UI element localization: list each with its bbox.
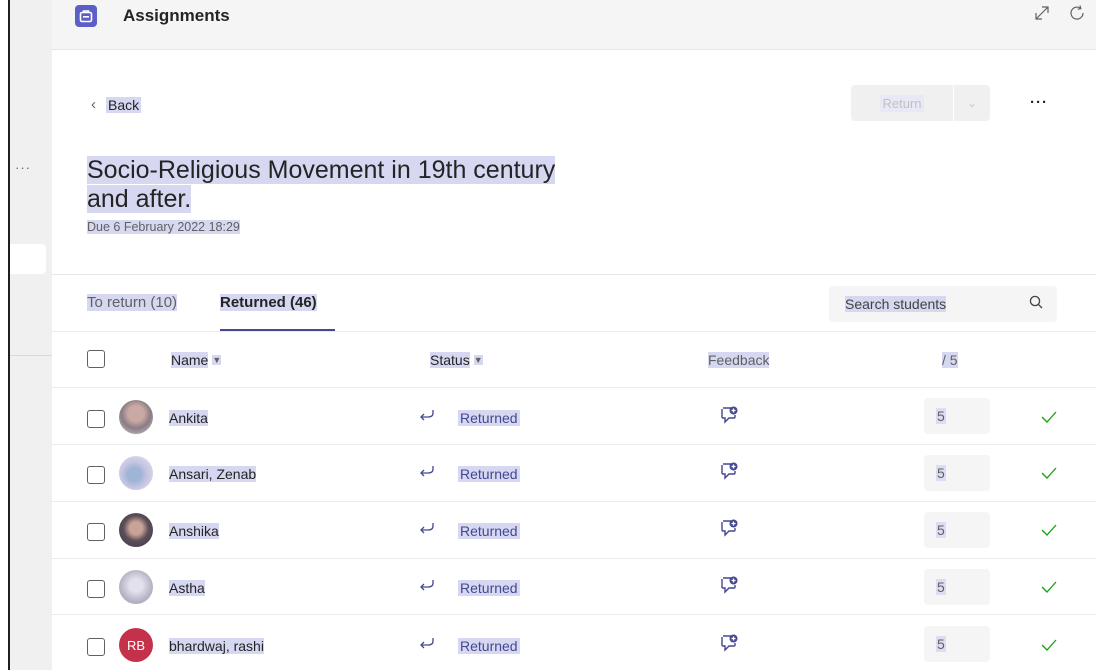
refresh-icon[interactable] — [1068, 4, 1086, 27]
divider — [52, 331, 1096, 332]
row-checkbox[interactable] — [87, 638, 105, 656]
return-label: Return — [880, 94, 924, 112]
row-checkbox[interactable] — [87, 580, 105, 598]
divider — [52, 387, 1096, 388]
search-icon — [1029, 295, 1043, 314]
score-input[interactable]: 5 — [924, 455, 990, 491]
divider — [52, 501, 1096, 502]
app-title: Assignments — [123, 6, 230, 25]
expand-icon[interactable] — [1033, 4, 1051, 27]
row-checkbox[interactable] — [87, 410, 105, 428]
avatar — [119, 456, 153, 490]
window-edge — [0, 0, 10, 670]
add-feedback-icon[interactable] — [719, 406, 739, 429]
more-actions-icon[interactable]: ··· — [1030, 94, 1048, 111]
avatar — [119, 400, 153, 434]
add-feedback-icon[interactable] — [719, 462, 739, 485]
back-label: Back — [106, 96, 142, 113]
left-panel: ··· — [10, 0, 52, 670]
score-input[interactable]: 5 — [924, 569, 990, 605]
add-feedback-icon[interactable] — [719, 576, 739, 599]
score-input[interactable]: 5 — [924, 512, 990, 548]
selected-nav-item[interactable] — [10, 244, 46, 274]
divider — [10, 355, 52, 356]
chevron-left-icon: ‹ — [91, 96, 96, 113]
checkmark-icon — [1041, 466, 1057, 485]
return-button[interactable]: Return — [851, 85, 953, 121]
more-options-icon[interactable]: ··· — [10, 160, 36, 175]
student-name[interactable]: Ankita — [169, 410, 208, 426]
tab-to-return[interactable]: To return (10) — [87, 294, 178, 311]
app-header: Assignments — [52, 0, 1096, 50]
returned-arrow-icon — [418, 521, 436, 540]
status-badge: Returned — [418, 636, 520, 655]
add-feedback-icon[interactable] — [719, 519, 739, 542]
column-header-status[interactable]: Status ▼ — [430, 352, 483, 368]
tab-returned[interactable]: Returned (46) — [220, 294, 317, 311]
checkmark-icon — [1041, 410, 1057, 429]
sort-caret-icon: ▼ — [212, 355, 222, 365]
back-button[interactable]: ‹ Back — [91, 96, 142, 113]
status-badge: Returned — [418, 521, 520, 540]
score-input[interactable]: 5 — [924, 398, 990, 434]
status-badge: Returned — [418, 464, 520, 483]
returned-arrow-icon — [418, 636, 436, 655]
row-checkbox[interactable] — [87, 466, 105, 484]
status-badge: Returned — [418, 408, 520, 427]
row-checkbox[interactable] — [87, 523, 105, 541]
avatar — [119, 513, 153, 547]
avatar: RB — [119, 628, 153, 662]
avatar — [119, 570, 153, 604]
sort-caret-icon: ▼ — [473, 355, 483, 365]
assignments-icon — [75, 5, 97, 27]
column-header-feedback: Feedback — [708, 352, 770, 368]
student-name[interactable]: bhardwaj, rashi — [169, 638, 264, 654]
divider — [52, 558, 1096, 559]
returned-arrow-icon — [418, 578, 436, 597]
search-input[interactable]: Search students — [829, 286, 1057, 322]
checkmark-icon — [1041, 580, 1057, 599]
column-header-name[interactable]: Name ▼ — [171, 352, 222, 368]
add-feedback-icon[interactable] — [719, 634, 739, 657]
divider — [52, 614, 1096, 615]
due-date: Due 6 February 2022 18:29 — [87, 220, 240, 234]
checkmark-icon — [1041, 523, 1057, 542]
select-all-checkbox[interactable] — [87, 350, 105, 368]
student-name[interactable]: Anshika — [169, 523, 219, 539]
divider — [52, 274, 1096, 275]
score-input[interactable]: 5 — [924, 626, 990, 662]
column-header-points: / 5 — [942, 352, 958, 368]
returned-arrow-icon — [418, 408, 436, 427]
student-name[interactable]: Ansari, Zenab — [169, 466, 257, 482]
return-split-button[interactable]: Return ⌄ — [851, 85, 990, 121]
assignment-title: Socio-Religious Movement in 19th century… — [87, 156, 556, 213]
chevron-down-icon[interactable]: ⌄ — [953, 85, 990, 121]
search-placeholder: Search students — [845, 296, 947, 312]
status-badge: Returned — [418, 578, 520, 597]
student-name[interactable]: Astha — [169, 580, 205, 596]
returned-arrow-icon — [418, 464, 436, 483]
checkmark-icon — [1041, 638, 1057, 657]
divider — [52, 444, 1096, 445]
